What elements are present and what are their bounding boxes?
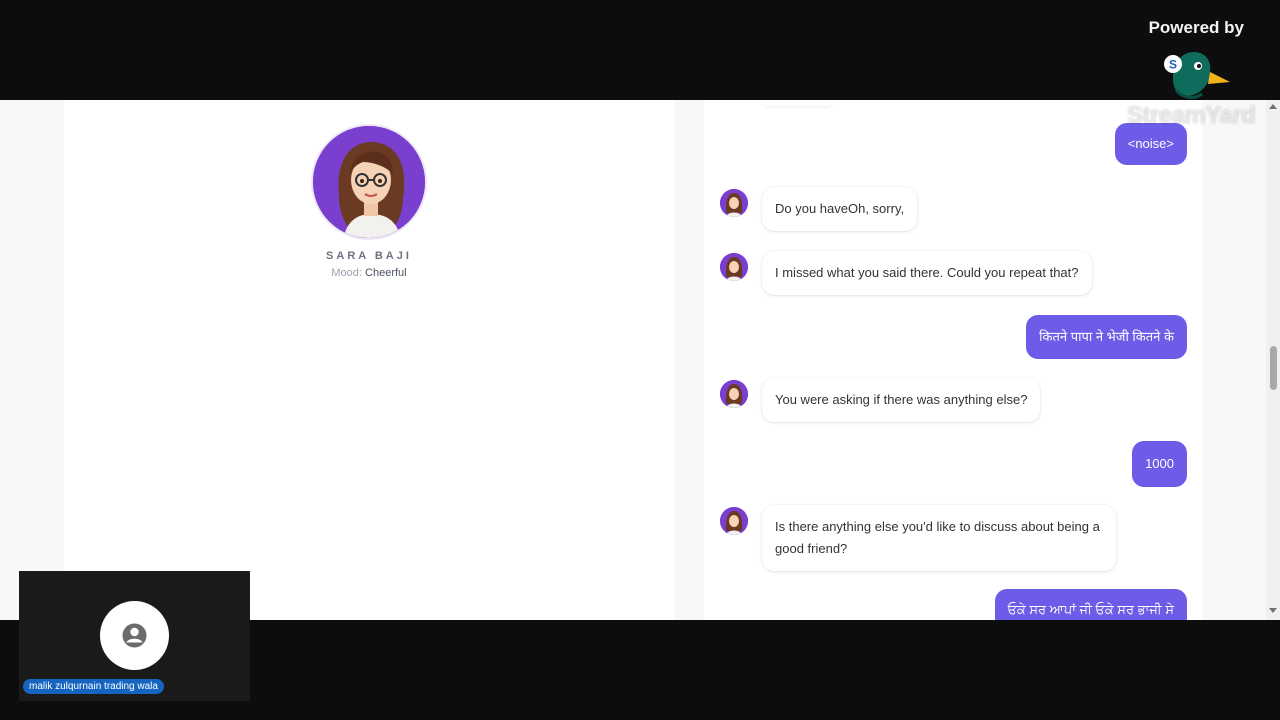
participant-avatar bbox=[100, 601, 169, 670]
profile-mood: Mood: Cheerful bbox=[64, 267, 674, 279]
logo-letter: S bbox=[1169, 58, 1177, 72]
chat-message-bot: Do you haveOh, sorry, bbox=[762, 187, 918, 231]
mood-label: Mood: bbox=[331, 267, 362, 279]
streamyard-stage: Powered by S SARA BAJI Mood: Cheerful <n… bbox=[0, 0, 1280, 720]
scroll-up-arrow-icon[interactable] bbox=[1269, 104, 1277, 109]
chat-panel: <noise> Do you haveOh, sorry, I missed w… bbox=[704, 100, 1202, 620]
chat-message-bot: You were asking if there was anything el… bbox=[762, 378, 1041, 422]
person-circle-icon bbox=[122, 623, 147, 648]
chat-scrollbar[interactable] bbox=[1266, 100, 1280, 620]
chat-message-user: 1000 bbox=[1132, 441, 1187, 487]
streamyard-duck-logo-icon: S bbox=[1164, 52, 1230, 99]
profile-panel: SARA BAJI Mood: Cheerful bbox=[64, 100, 674, 620]
chat-message-user: कितने पापा ने भेजी कितने के bbox=[1026, 315, 1187, 359]
mood-value: Cheerful bbox=[365, 267, 407, 279]
bot-avatar-icon bbox=[720, 507, 748, 535]
shared-screen: SARA BAJI Mood: Cheerful <noise> Do you … bbox=[0, 100, 1280, 620]
scroll-down-arrow-icon[interactable] bbox=[1269, 608, 1277, 613]
bot-avatar-icon bbox=[720, 189, 748, 217]
profile-avatar bbox=[311, 124, 427, 240]
clipped-bubble bbox=[762, 100, 832, 106]
woman-avatar-icon bbox=[313, 126, 425, 238]
scrollbar-thumb[interactable] bbox=[1270, 346, 1277, 390]
profile-name: SARA BAJI bbox=[326, 250, 412, 262]
participant-name-badge: malik zulqurnain trading wala bbox=[23, 679, 164, 694]
bot-avatar-icon bbox=[720, 380, 748, 408]
streamyard-wordmark: StreamYard bbox=[1127, 102, 1256, 129]
bot-avatar-icon bbox=[720, 253, 748, 281]
participant-tile: malik zulqurnain trading wala bbox=[19, 571, 250, 701]
chat-message-bot: Is there anything else you'd like to dis… bbox=[762, 505, 1116, 571]
powered-by-label: Powered by bbox=[1148, 18, 1244, 37]
chat-message-bot: I missed what you said there. Could you … bbox=[762, 251, 1092, 295]
chat-message-user: ਓਕੇ ਸਰ ਆਪਾਂ ਜੀ ਓਕੇ ਸਰ ਭਾਜੀ ਸੇ bbox=[994, 589, 1187, 620]
